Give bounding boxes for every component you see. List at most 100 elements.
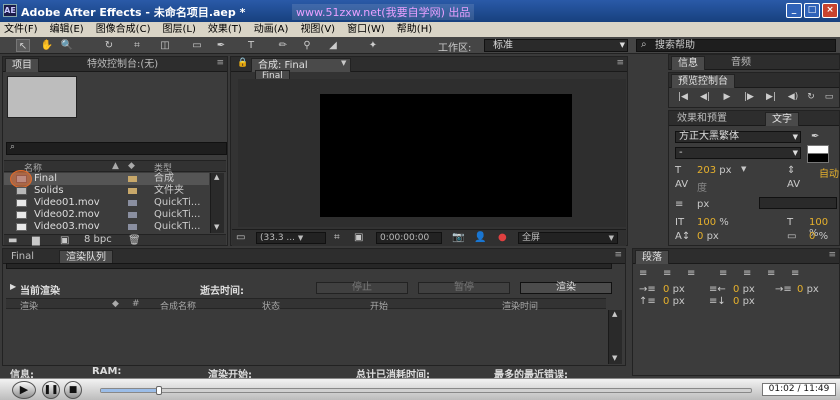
first-frame-icon[interactable]: |◀ xyxy=(675,92,691,103)
stroke-width-value[interactable]: px xyxy=(697,199,709,210)
project-item-solids[interactable]: Solids 文件夹 xyxy=(4,185,209,197)
tab-info[interactable]: 信息 xyxy=(671,56,705,70)
scroll-up-icon[interactable]: ▲ xyxy=(214,173,219,181)
composition-canvas[interactable] xyxy=(320,94,572,217)
tab-effects-presets[interactable]: 效果和预置 xyxy=(671,112,733,126)
panel-menu-icon[interactable]: ≡ xyxy=(828,250,836,260)
panel-menu-icon[interactable]: ≡ xyxy=(614,250,622,260)
tab-timeline-final[interactable]: Final xyxy=(5,250,40,264)
resolution-dropdown[interactable]: 全屏 ▼ xyxy=(518,232,618,244)
justify-last-left-icon[interactable]: ≡ xyxy=(719,268,727,279)
align-left-icon[interactable]: ≡ xyxy=(639,268,647,279)
trash-icon[interactable]: 🗑 xyxy=(128,235,141,246)
menu-file[interactable]: 文件(F) xyxy=(4,22,38,37)
space-before-value[interactable]: 0 px xyxy=(663,296,685,307)
zoom-tool-icon[interactable]: 🔍 xyxy=(60,39,74,52)
search-help-input[interactable]: ⌕ 搜索帮助 xyxy=(636,39,836,52)
workspace-dropdown[interactable]: 标准 ▼ xyxy=(484,39,628,52)
column-number[interactable]: # xyxy=(132,299,140,309)
align-right-icon[interactable]: ≡ xyxy=(687,268,695,279)
puppet-tool-icon[interactable]: ✦ xyxy=(366,39,380,52)
column-render-time[interactable]: 渲染时间 xyxy=(502,299,538,312)
panel-menu-icon[interactable]: ≡ xyxy=(616,58,624,68)
brush-tool-icon[interactable]: ✏ xyxy=(276,39,290,52)
project-item-video02[interactable]: Video02.mov QuickTi... xyxy=(4,209,209,221)
first-line-indent-value[interactable]: 0 px xyxy=(797,284,819,295)
magnification-dropdown[interactable]: (33.3 ... ▼ xyxy=(256,232,326,244)
interpret-footage-icon[interactable]: ▬ xyxy=(8,235,17,246)
tab-paragraph[interactable]: 段落 xyxy=(635,250,669,264)
align-center-icon[interactable]: ≡ xyxy=(663,268,671,279)
column-status[interactable]: 状态 xyxy=(262,299,280,312)
project-item-final[interactable]: Final 合成 xyxy=(4,173,209,185)
bpc-label[interactable]: 8 bpc xyxy=(84,234,112,245)
color-channel-icon[interactable]: ● xyxy=(498,232,507,243)
indent-left-value[interactable]: 0 px xyxy=(663,284,685,295)
play-button[interactable]: ▶ xyxy=(12,381,36,399)
playback-knob[interactable] xyxy=(155,386,162,395)
tsume-value[interactable]: 0 % xyxy=(809,231,828,242)
selection-tool-icon[interactable]: ↖ xyxy=(16,39,30,52)
menu-help[interactable]: 帮助(H) xyxy=(397,22,432,37)
camera-snapshot-icon[interactable]: 📷 xyxy=(452,232,464,243)
mask-icon[interactable]: ▣ xyxy=(354,232,363,243)
justify-last-right-icon[interactable]: ≡ xyxy=(767,268,775,279)
project-item-video03[interactable]: Video03.mov QuickTi... xyxy=(4,221,209,233)
menu-composition[interactable]: 图像合成(C) xyxy=(96,22,151,37)
font-size-value[interactable]: 203 px xyxy=(697,165,732,176)
eraser-tool-icon[interactable]: ◢ xyxy=(326,39,340,52)
project-scrollbar[interactable]: ▲ ▼ xyxy=(210,173,224,233)
maximize-button[interactable]: □ xyxy=(804,3,820,18)
leading-value[interactable]: 自动 xyxy=(819,165,839,180)
menu-layer[interactable]: 图层(L) xyxy=(162,22,195,37)
timecode-field[interactable]: 0:00:00:00 xyxy=(376,232,442,244)
hand-tool-icon[interactable]: ✋ xyxy=(40,39,54,52)
menu-effect[interactable]: 效果(T) xyxy=(208,22,242,37)
justify-all-icon[interactable]: ≡ xyxy=(791,268,799,279)
audio-icon[interactable]: ◀) xyxy=(785,92,801,103)
scroll-down-icon[interactable]: ▼ xyxy=(612,354,617,362)
always-preview-icon[interactable]: ▭ xyxy=(236,232,245,243)
tab-project[interactable]: 项目 xyxy=(5,58,39,72)
project-item-video01[interactable]: Video01.mov QuickTi... xyxy=(4,197,209,209)
type-tool-icon[interactable]: T xyxy=(244,39,258,52)
kerning-value[interactable]: 度 xyxy=(697,179,707,194)
loop-icon[interactable]: ↻ xyxy=(803,92,819,103)
camera-tool-icon[interactable]: ⌗ xyxy=(130,39,144,52)
font-style-dropdown[interactable]: - ▼ xyxy=(675,147,801,159)
tab-character[interactable]: 文字 xyxy=(765,112,799,126)
last-frame-icon[interactable]: ▶| xyxy=(763,92,779,103)
previous-frame-icon[interactable]: ◀| xyxy=(697,92,713,103)
rectangle-mask-tool-icon[interactable]: ▭ xyxy=(190,39,204,52)
pan-behind-tool-icon[interactable]: ◫ xyxy=(158,39,172,52)
stroke-style-dropdown[interactable] xyxy=(759,197,837,209)
indent-right-value[interactable]: 0 px xyxy=(733,284,755,295)
lock-icon[interactable]: 🔒 xyxy=(237,58,248,68)
pause-button[interactable]: ❚❚ xyxy=(42,381,60,399)
minimize-button[interactable]: _ xyxy=(786,3,802,18)
pause-button[interactable]: 暂停 xyxy=(418,282,510,294)
next-frame-icon[interactable]: |▶ xyxy=(741,92,757,103)
ram-preview-icon[interactable]: ▭ xyxy=(821,92,837,103)
playback-progress[interactable] xyxy=(100,386,752,395)
pen-tool-icon[interactable]: ✒ xyxy=(214,39,228,52)
column-started[interactable]: 开始 xyxy=(370,299,388,312)
menu-edit[interactable]: 编辑(E) xyxy=(50,22,84,37)
menu-window[interactable]: 窗口(W) xyxy=(347,22,385,37)
vertical-scale-value[interactable]: 100 % xyxy=(697,217,729,228)
render-button[interactable]: 渲染 xyxy=(520,282,612,294)
stop-button[interactable]: ■ xyxy=(64,381,82,399)
tab-effect-controls[interactable]: 特效控制台:(无) xyxy=(81,58,164,72)
project-search-input[interactable]: ⌕ xyxy=(6,142,227,155)
clone-stamp-tool-icon[interactable]: ⚲ xyxy=(300,39,314,52)
eyedropper-icon[interactable]: ✒ xyxy=(811,131,819,142)
grid-icon[interactable]: ⌗ xyxy=(334,232,340,243)
render-queue-scrollbar[interactable]: ▲ ▼ xyxy=(608,310,622,364)
show-snapshot-icon[interactable]: 👤 xyxy=(474,232,486,243)
rotate-tool-icon[interactable]: ↻ xyxy=(102,39,116,52)
column-render[interactable]: 渲染 xyxy=(20,299,38,312)
stop-button[interactable]: 停止 xyxy=(316,282,408,294)
justify-last-center-icon[interactable]: ≡ xyxy=(743,268,751,279)
font-family-dropdown[interactable]: 方正大黑繁体 ▼ xyxy=(675,131,801,143)
column-comp-name[interactable]: 合成名称 xyxy=(160,299,196,312)
